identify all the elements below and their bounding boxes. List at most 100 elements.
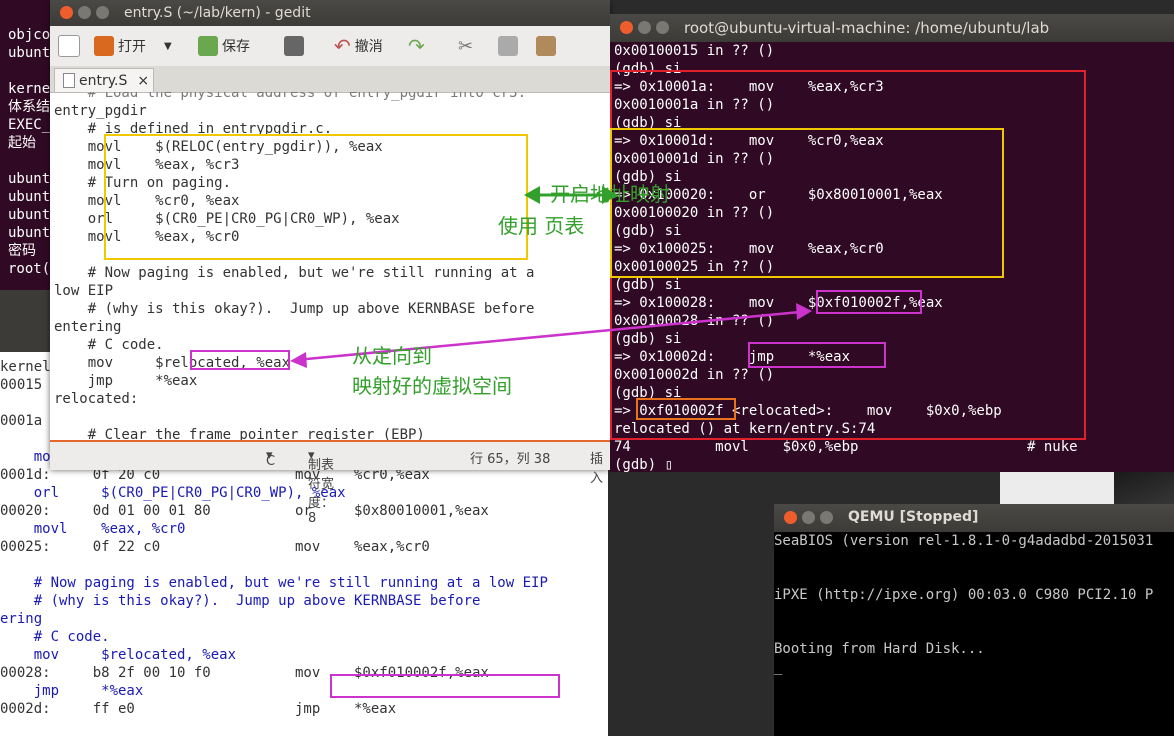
new-document-button[interactable] [58, 34, 80, 58]
gedit-editor[interactable]: # Load the physical address of entry_pgd… [50, 92, 610, 440]
objdump-line: ering [0, 611, 43, 627]
code-line: low EIP [54, 283, 114, 299]
gdb-line: (gdb) si [614, 331, 682, 347]
objdump-line: movl %eax, %cr0 [0, 521, 186, 537]
objdump-line: 00020: 0d 01 00 01 80 or $0x80010001,%ea… [0, 503, 489, 519]
gdb-line: => 0x100028: mov $0xf010002f,%eax [614, 295, 943, 311]
new-document-icon [58, 35, 80, 57]
qemu-window: QEMU [Stopped] SeaBIOS (version rel-1.8.… [774, 504, 1174, 736]
language-label: C [266, 454, 276, 469]
save-icon [198, 36, 218, 56]
gdb-prompt[interactable]: (gdb) ▯ [614, 457, 673, 473]
background-terminal-line: 体系结 [8, 99, 50, 115]
redo-icon: ↷ [408, 34, 425, 58]
code-line: entering [54, 319, 122, 335]
objdump-line: # (why is this okay?). Jump up above KER… [0, 593, 481, 609]
code-line: entry_pgdir [54, 103, 147, 119]
minimize-icon[interactable] [78, 6, 91, 19]
tab-close-icon[interactable]: × [137, 73, 149, 89]
qemu-line: iPXE (http://ipxe.org) 00:03.0 C980 PCI2… [774, 587, 1154, 603]
undo-button[interactable]: ↶ 撤消 [334, 34, 383, 58]
qemu-titlebar[interactable]: QEMU [Stopped] [774, 504, 1174, 532]
gdb-line: relocated () at kern/entry.S:74 [614, 421, 876, 437]
minimize-icon[interactable] [638, 21, 651, 34]
gdb-line: 0x00100028 in ?? () [614, 313, 775, 329]
paste-icon [536, 36, 556, 56]
gdb-output[interactable]: 0x00100015 in ?? () (gdb) si => 0x10001a… [614, 42, 1078, 474]
code-line: # Now paging is enabled, but we're still… [54, 265, 535, 281]
annotation-redirect-line2: 映射好的虚拟空间 [352, 374, 512, 398]
chevron-down-icon[interactable]: ▼ [164, 41, 172, 52]
copy-button[interactable] [498, 34, 518, 58]
gdb-line: => 0x10001d: mov %cr0,%eax [614, 133, 884, 149]
maximize-icon[interactable] [656, 21, 669, 34]
background-terminal-line: 起始 [8, 135, 36, 151]
paste-button[interactable] [536, 34, 556, 58]
code-line: orl $(CR0_PE|CR0_PG|CR0_WP), %eax [54, 211, 400, 227]
objdump-line: 00025: 0f 22 c0 mov %eax,%cr0 [0, 539, 430, 555]
objdump-line: orl $(CR0_PE|CR0_PG|CR0_WP), %eax [0, 485, 346, 501]
background-terminal-line: objco [8, 27, 51, 43]
qemu-line: Booting from Hard Disk... [774, 641, 985, 657]
undo-label: 撤消 [354, 39, 383, 55]
maximize-icon[interactable] [820, 511, 833, 524]
print-button[interactable] [284, 34, 304, 58]
background-terminal-line: ubunt [8, 207, 51, 223]
maximize-icon[interactable] [96, 6, 109, 19]
code-line: relocated: [54, 391, 139, 407]
close-icon[interactable] [784, 511, 797, 524]
code-line: # C code. [54, 337, 164, 353]
qemu-line: _ [774, 659, 783, 675]
objdump-line: 0001a [0, 413, 43, 429]
undo-icon: ↶ [334, 34, 351, 58]
gdb-line: (gdb) si [614, 385, 682, 401]
code-line: movl %eax, %cr0 [54, 229, 240, 245]
gdb-line: 0x00100025 in ?? () [614, 259, 775, 275]
gdb-line: (gdb) si [614, 277, 682, 293]
objdump-line: 0002d: ff e0 jmp *%eax [0, 701, 397, 717]
tab-label: entry.S [79, 72, 128, 89]
close-icon[interactable] [620, 21, 633, 34]
cursor-position: 行 65，列 38 [470, 452, 551, 467]
annotation-use-pagetable: 使用 页表 [498, 214, 585, 238]
open-button[interactable]: 打开 ▼ [94, 34, 172, 58]
save-button[interactable]: 保存 [198, 34, 250, 58]
gdb-line: (gdb) si [614, 61, 682, 77]
gdb-line: 0x0010002d in ?? () [614, 367, 775, 383]
terminal-titlebar[interactable]: root@ubuntu-virtual-machine: /home/ubunt… [610, 14, 1174, 42]
qemu-console[interactable]: SeaBIOS (version rel-1.8.1-0-g4adadbd-20… [774, 532, 1153, 676]
close-icon[interactable] [60, 6, 73, 19]
background-terminal-line: ubunt [8, 189, 51, 205]
terminal-title: root@ubuntu-virtual-machine: /home/ubunt… [684, 19, 1050, 37]
code-line: movl %eax, %cr3 [54, 157, 240, 173]
minimize-icon[interactable] [802, 511, 815, 524]
gedit-titlebar[interactable]: entry.S (~/lab/kern) - gedit [50, 0, 610, 26]
gdb-line: 0x00100020 in ?? () [614, 205, 775, 221]
qemu-line: SeaBIOS (version rel-1.8.1-0-g4adadbd-20… [774, 533, 1154, 549]
save-label: 保存 [222, 39, 250, 55]
objdump-line: # Now paging is enabled, but we're still… [0, 575, 548, 591]
tab-entry-s[interactable]: entry.S × [54, 68, 154, 92]
gdb-line: => 0x10002d: jmp *%eax [614, 349, 851, 365]
objdump-line: 00015 [0, 377, 43, 393]
gdb-line: => 0x100025: mov %eax,%cr0 [614, 241, 884, 257]
code-line: movl %cr0, %eax [54, 193, 240, 209]
objdump-line: # C code. [0, 629, 110, 645]
gdb-line: (gdb) si [614, 223, 682, 239]
background-terminal-line: ubunt [8, 171, 51, 187]
code-line: # Turn on paging. [54, 175, 232, 191]
open-label: 打开 [118, 39, 146, 55]
tab-width-selector[interactable]: 制表符宽度：8 ▾ [308, 448, 334, 526]
folder-icon [94, 36, 114, 56]
cut-button[interactable]: ✂ [458, 34, 473, 58]
gdb-terminal-window: root@ubuntu-virtual-machine: /home/ubunt… [610, 14, 1174, 474]
background-terminal-line: kerne [8, 81, 51, 97]
printer-icon [284, 36, 304, 56]
language-selector[interactable]: C ▾ [266, 448, 275, 469]
gdb-line: 0x0010001d in ?? () [614, 151, 775, 167]
copy-icon [498, 36, 518, 56]
redo-button[interactable]: ↷ [408, 34, 425, 58]
editor-text[interactable]: # Load the physical address of entry_pgd… [50, 92, 610, 440]
background-terminal-line: 密码 [8, 243, 36, 259]
background-terminal-line: ubunt [8, 225, 51, 241]
